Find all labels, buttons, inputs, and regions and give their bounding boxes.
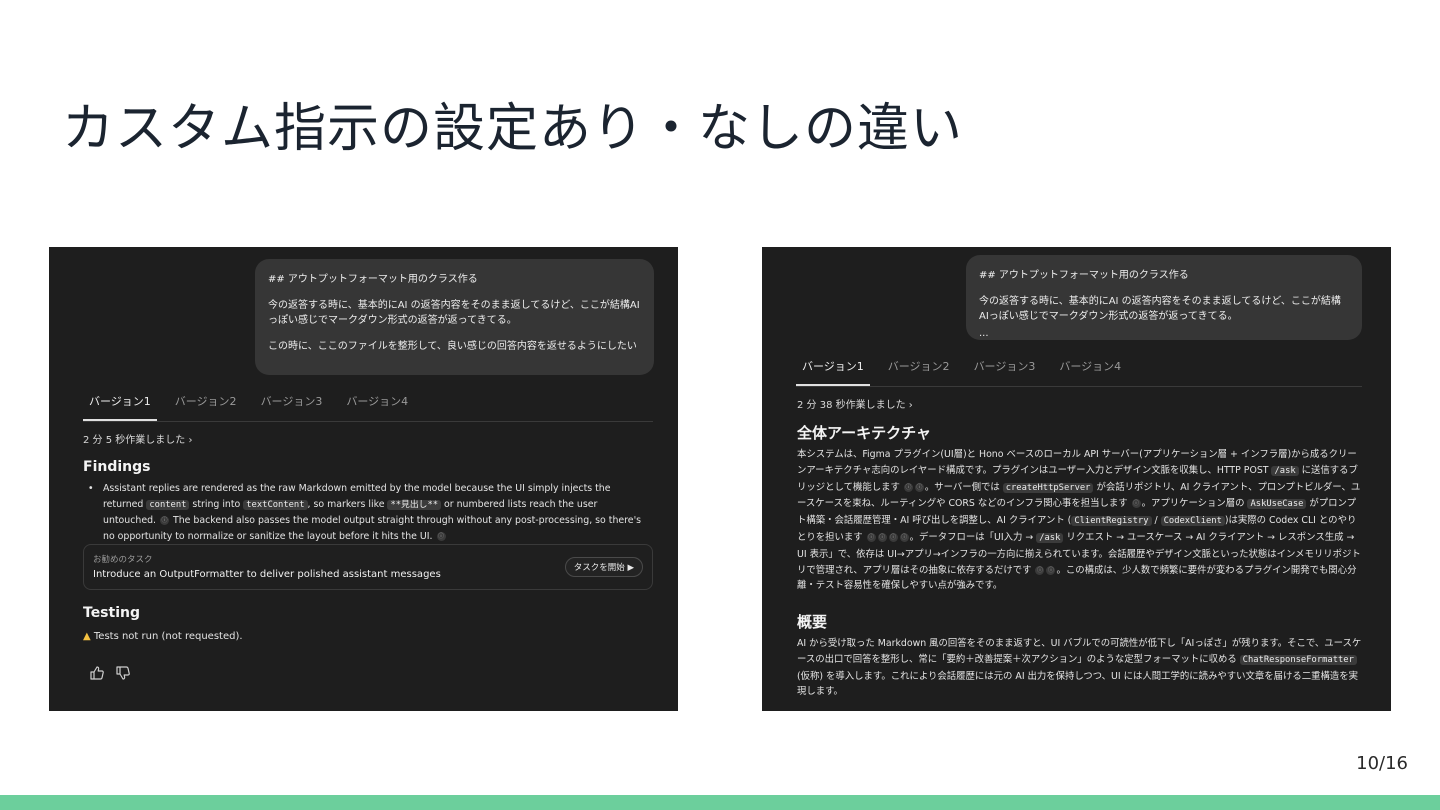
inline-code: AskUseCase	[1247, 499, 1307, 510]
version-tabs: バージョン1 バージョン2 バージョン3 バージョン4	[83, 393, 653, 422]
user-message-bubble: ## アウトプットフォーマット用のクラス作る 今の返答する時に、基本的にAI の…	[255, 259, 654, 375]
testing-status: ▲ Tests not run (not requested).	[83, 631, 243, 642]
citation-icon[interactable]: ⓘ	[436, 532, 446, 541]
testing-heading: Testing	[83, 605, 140, 621]
text-run: 。サーバー側では	[924, 481, 1003, 493]
text-run: The backend also passes the model output…	[103, 515, 642, 542]
bubble-ellipsis: ...	[979, 328, 989, 339]
architecture-heading: 全体アーキテクチャ	[797, 424, 931, 442]
warning-icon: ▲	[83, 631, 91, 642]
tab-version-1[interactable]: バージョン1	[83, 393, 157, 421]
citation-icon[interactable]: ⓘ	[1035, 565, 1045, 575]
findings-list: Assistant replies are rendered as the ra…	[83, 481, 645, 545]
bubble-heading: ## アウトプットフォーマット用のクラス作る	[268, 274, 478, 285]
start-task-button[interactable]: タスクを開始 ▶	[564, 557, 643, 577]
version-tabs: バージョン1 バージョン2 バージョン3 バージョン4	[796, 358, 1362, 387]
inline-code: ClientRegistry	[1071, 516, 1152, 527]
list-item: Assistant replies are rendered as the ra…	[83, 481, 645, 545]
inline-code: createHttpServer	[1002, 482, 1094, 493]
findings-heading: Findings	[83, 459, 151, 475]
text-run: , so markers like	[307, 499, 388, 510]
worked-duration-link[interactable]: 2 分 38 秒作業しました ›	[797, 396, 913, 411]
text-run: string into	[189, 499, 244, 510]
summary-paragraph: AI から受け取った Markdown 風の回答をそのまま返すと、UI バブルで…	[797, 636, 1362, 700]
screenshot-without-instructions: ## アウトプットフォーマット用のクラス作る 今の返答する時に、基本的にAI の…	[49, 247, 678, 711]
bottom-accent-bar	[0, 795, 1440, 810]
bubble-paragraph: 今の返答する時に、基本的にAI の返答内容をそのまま返してるけど、ここが結構AI…	[979, 296, 1341, 322]
slide-title: カスタム指示の設定あり・なしの違い	[62, 99, 964, 159]
citation-icon[interactable]: ⓘ	[914, 482, 924, 492]
task-title: Introduce an OutputFormatter to deliver …	[93, 569, 441, 580]
text-run: 。データフローは「UI入力 →	[909, 531, 1037, 543]
citation-icon[interactable]: ⓘ	[1046, 565, 1056, 575]
citation-icon[interactable]: ⓘ	[877, 532, 887, 542]
architecture-paragraph: 本システムは、Figma プラグイン(UI層)と Hono ベースのローカル A…	[797, 447, 1362, 594]
thumbs-up-icon[interactable]	[89, 665, 105, 681]
thumbs-down-icon[interactable]	[115, 665, 131, 681]
tab-version-2[interactable]: バージョン2	[882, 358, 956, 386]
worked-duration-link[interactable]: 2 分 5 秒作業しました ›	[83, 431, 192, 446]
inline-code: /ask	[1036, 532, 1064, 543]
bubble-paragraph: この時に、ここのファイルを整形して、良い感じの回答内容を返せるようにしたい	[268, 341, 637, 352]
text-run: /	[1151, 515, 1161, 527]
citation-icon[interactable]: ⓘ	[903, 482, 913, 492]
text-run: (仮称) を導入します。これにより会話履歴には元の AI 出力を保持しつつ、UI…	[797, 670, 1358, 698]
inline-code: **見出し**	[387, 500, 442, 510]
citation-icon[interactable]: ⓘ	[866, 532, 876, 542]
text-run: 。アプリケーション層の	[1141, 498, 1248, 510]
screenshot-with-instructions: ## アウトプットフォーマット用のクラス作る 今の返答する時に、基本的にAI の…	[762, 247, 1391, 711]
task-label: お勧めのタスク	[93, 555, 153, 565]
page-number: 10/16	[1356, 753, 1408, 774]
citation-icon[interactable]: ⓘ	[899, 532, 909, 542]
tab-version-3[interactable]: バージョン3	[968, 358, 1042, 386]
summary-heading: 概要	[797, 613, 828, 631]
tab-version-4[interactable]: バージョン4	[340, 393, 414, 421]
citation-icon[interactable]: ⓘ	[888, 532, 898, 542]
inline-code: textContent	[243, 500, 308, 510]
inline-code: content	[146, 500, 190, 510]
recommended-task-card: お勧めのタスク Introduce an OutputFormatter to …	[83, 544, 653, 590]
citation-icon[interactable]: ⓘ	[160, 516, 170, 525]
tab-version-4[interactable]: バージョン4	[1053, 358, 1127, 386]
bubble-paragraph: 今の返答する時に、基本的にAI の返答内容をそのまま返してるけど、ここが結構AI…	[268, 300, 640, 326]
citation-icon[interactable]: ⓘ	[1131, 499, 1141, 509]
inline-code: ChatResponseFormatter	[1239, 654, 1357, 665]
testing-text: Tests not run (not requested).	[93, 631, 243, 642]
user-message-bubble: ## アウトプットフォーマット用のクラス作る 今の返答する時に、基本的にAI の…	[966, 255, 1362, 340]
tab-version-1[interactable]: バージョン1	[796, 358, 870, 386]
inline-code: /ask	[1271, 465, 1299, 476]
tab-version-2[interactable]: バージョン2	[169, 393, 243, 421]
tab-version-3[interactable]: バージョン3	[255, 393, 329, 421]
bubble-heading: ## アウトプットフォーマット用のクラス作る	[979, 270, 1189, 281]
inline-code: CodexClient	[1160, 516, 1225, 527]
